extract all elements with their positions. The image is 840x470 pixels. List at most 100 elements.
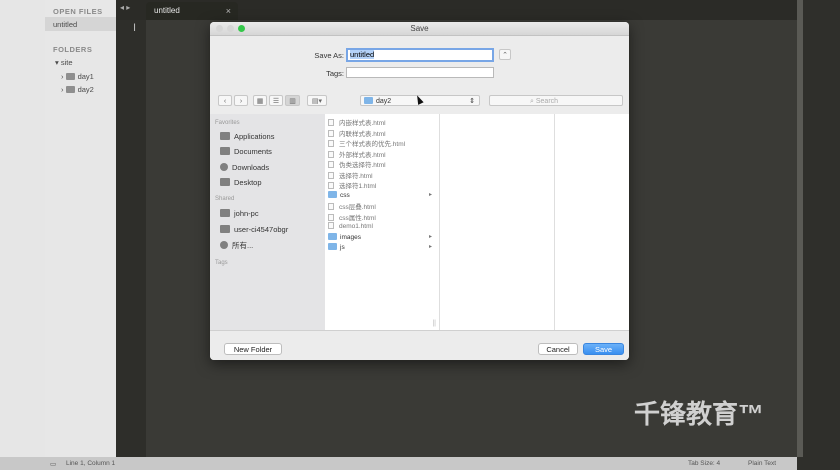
left-pane bbox=[0, 0, 45, 457]
folder-row[interactable]: images ▸ bbox=[328, 232, 436, 241]
file-name: 外部样式表.html bbox=[339, 151, 386, 159]
tab-untitled[interactable]: untitled × bbox=[146, 2, 238, 20]
search-field[interactable]: ⌕ Search bbox=[489, 95, 623, 106]
sidebar-item-desktop[interactable]: Desktop bbox=[220, 178, 262, 187]
updown-icon: ⇕ bbox=[469, 98, 475, 105]
close-icon[interactable]: × bbox=[226, 2, 231, 20]
minimap-scrollbar[interactable] bbox=[797, 0, 803, 457]
sidebar-item-downloads[interactable]: Downloads bbox=[220, 163, 269, 172]
computer-icon bbox=[220, 209, 230, 217]
file-name: 内嵌样式表.html bbox=[339, 120, 386, 127]
computer-icon bbox=[220, 225, 230, 233]
desktop-icon bbox=[220, 178, 230, 186]
text-cursor-icon: I bbox=[133, 22, 137, 34]
sidebar-item-user[interactable]: user-ci4547obgr bbox=[220, 225, 288, 234]
folder-name: css bbox=[340, 191, 350, 199]
column-resize-handle[interactable]: || bbox=[432, 320, 436, 327]
documents-icon bbox=[220, 147, 230, 155]
folder-name: js bbox=[340, 244, 345, 251]
html-file-icon bbox=[328, 222, 334, 229]
dialog-title: Save bbox=[410, 24, 429, 33]
sidebar-item-label: Desktop bbox=[234, 178, 262, 187]
back-button[interactable]: ‹ bbox=[218, 95, 232, 106]
html-file-icon bbox=[328, 182, 334, 189]
file-row[interactable]: 伪类选择符.html bbox=[328, 159, 436, 169]
dialog-titlebar: Save bbox=[210, 22, 629, 36]
disclosure-icon: ▸ bbox=[428, 233, 432, 240]
status-panel-icon[interactable]: ▭ bbox=[50, 460, 56, 468]
sidebar-item-documents[interactable]: Documents bbox=[220, 147, 272, 156]
sidebar-item-label: 所有... bbox=[232, 241, 254, 250]
folder-icon bbox=[328, 232, 337, 240]
html-file-icon bbox=[328, 129, 334, 137]
open-files-label: OPEN FILES bbox=[53, 7, 103, 16]
folder-row[interactable]: css ▸ bbox=[328, 190, 436, 199]
sidebar-item-applications[interactable]: Applications bbox=[220, 132, 274, 141]
file-name: 内联样式表.html bbox=[339, 130, 386, 138]
file-column-empty bbox=[555, 114, 629, 330]
file-row[interactable]: 内联样式表.html bbox=[328, 128, 436, 138]
tree-folder-day1[interactable]: › day1 bbox=[61, 72, 94, 81]
sidebar-item-label: Applications bbox=[234, 132, 275, 141]
save-button[interactable]: Save bbox=[583, 343, 624, 355]
file-row[interactable]: css属性.html bbox=[328, 212, 436, 222]
search-placeholder: Search bbox=[535, 98, 559, 105]
favorites-header: Favorites bbox=[215, 120, 240, 126]
html-file-icon bbox=[328, 140, 334, 147]
html-file-icon bbox=[328, 150, 334, 158]
save-as-input[interactable]: untitled bbox=[346, 48, 494, 62]
disclosure-icon: ▸ bbox=[428, 191, 432, 198]
file-row[interactable]: 三个样式表的优先.html bbox=[328, 138, 436, 148]
file-name: 选择符1.html bbox=[339, 183, 377, 190]
line-gutter bbox=[116, 20, 146, 457]
close-light-icon[interactable] bbox=[216, 25, 223, 32]
tree-folder-day2[interactable]: › day2 bbox=[61, 85, 94, 94]
tab-nav-arrows[interactable]: ◂ ▸ bbox=[120, 3, 130, 12]
file-row[interactable]: css层叠.html bbox=[328, 201, 436, 211]
folder-icon bbox=[328, 190, 337, 198]
tags-label: Tags: bbox=[326, 69, 344, 78]
status-position: Line 1, Column 1 bbox=[66, 460, 116, 467]
group-view-icon[interactable]: ▤▾ bbox=[307, 95, 327, 106]
file-row[interactable]: 内嵌样式表.html bbox=[328, 117, 436, 127]
status-syntax[interactable]: Plain Text bbox=[748, 460, 776, 467]
file-name: css属性.html bbox=[339, 214, 376, 222]
open-file-label: untitled bbox=[53, 20, 78, 29]
tree-folder-site[interactable]: ▾ site bbox=[55, 58, 73, 67]
right-panel bbox=[797, 0, 840, 470]
day1-label: day1 bbox=[77, 72, 94, 81]
file-name: 选择符.html bbox=[339, 172, 373, 180]
tags-input[interactable] bbox=[346, 67, 494, 78]
tab-label: untitled bbox=[154, 6, 180, 15]
column-view-icon[interactable]: ▥ bbox=[285, 95, 300, 106]
file-row[interactable]: 外部样式表.html bbox=[328, 149, 436, 159]
tags-header: Tags bbox=[215, 260, 228, 266]
cancel-button[interactable]: Cancel bbox=[538, 343, 578, 355]
list-view-icon[interactable]: ☰ bbox=[269, 95, 283, 106]
folder-row[interactable]: js ▸ bbox=[328, 243, 436, 251]
file-row[interactable]: demo1.html bbox=[328, 222, 436, 230]
sidebar-item-label: Documents bbox=[234, 147, 272, 156]
forward-button[interactable]: › bbox=[234, 95, 248, 106]
sidebar bbox=[45, 0, 116, 457]
applications-icon bbox=[220, 132, 230, 140]
html-file-icon bbox=[328, 161, 334, 168]
icon-view-icon[interactable]: ▦ bbox=[253, 95, 267, 106]
new-folder-button[interactable]: New Folder bbox=[224, 343, 282, 355]
expand-dialog-button[interactable]: ⌃ bbox=[499, 49, 511, 60]
status-tab-size[interactable]: Tab Size: 4 bbox=[688, 460, 720, 467]
html-file-icon bbox=[328, 213, 334, 221]
file-name: demo1.html bbox=[339, 223, 373, 230]
zoom-light-icon[interactable] bbox=[238, 25, 245, 32]
sidebar-item-all[interactable]: 所有... bbox=[220, 240, 253, 251]
folders-label: FOLDERS bbox=[53, 45, 93, 54]
folder-name: images bbox=[340, 233, 361, 241]
site-label: site bbox=[60, 58, 73, 67]
file-row[interactable]: 选择符1.html bbox=[328, 180, 436, 190]
html-file-icon bbox=[328, 203, 334, 210]
file-name: 伪类选择符.html bbox=[339, 162, 386, 169]
file-row[interactable]: 选择符.html bbox=[328, 170, 436, 180]
sidebar-item-john-pc[interactable]: john-pc bbox=[220, 209, 259, 218]
html-file-icon bbox=[328, 171, 334, 179]
minimize-light-icon[interactable] bbox=[227, 25, 234, 32]
